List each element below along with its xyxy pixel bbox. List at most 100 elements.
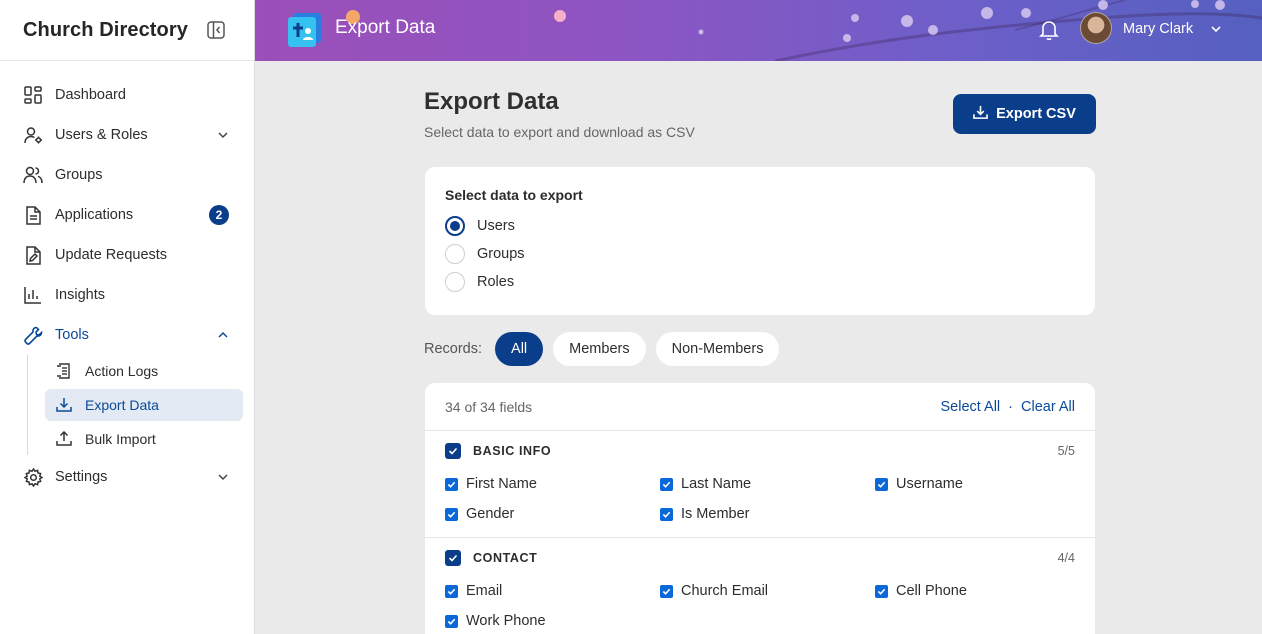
app-logo-icon xyxy=(286,11,323,48)
field-checkbox[interactable] xyxy=(445,584,458,598)
field-grid: First Name Last Name Username Gender Is … xyxy=(445,469,1075,529)
radio-users[interactable]: Users xyxy=(445,212,1075,240)
radio-button[interactable] xyxy=(445,272,465,292)
bell-icon[interactable] xyxy=(1039,19,1059,41)
user-settings-icon xyxy=(23,125,43,145)
field-gender[interactable]: Gender xyxy=(445,499,660,529)
radio-button[interactable] xyxy=(445,216,465,236)
sidebar-subitem-label: Bulk Import xyxy=(85,431,156,447)
sidebar-item-insights[interactable]: Insights xyxy=(0,275,254,315)
section-checkbox[interactable] xyxy=(445,550,461,566)
field-church-email[interactable]: Church Email xyxy=(660,576,875,606)
filter-members-pill[interactable]: Members xyxy=(553,332,646,366)
select-data-heading: Select data to export xyxy=(445,187,583,203)
records-filter: Records: All Members Non-Members xyxy=(424,332,789,366)
user-name[interactable]: Mary Clark xyxy=(1123,21,1193,37)
collapse-sidebar-icon[interactable] xyxy=(206,20,226,40)
field-is-member[interactable]: Is Member xyxy=(660,499,875,529)
field-checkbox[interactable] xyxy=(875,584,888,598)
sidebar-item-applications[interactable]: Applications 2 xyxy=(0,195,254,235)
sidebar-item-bulk-import[interactable]: Bulk Import xyxy=(45,423,243,455)
select-all-link[interactable]: Select All xyxy=(941,399,1001,415)
field-username[interactable]: Username xyxy=(875,469,1075,499)
sidebar-item-label: Dashboard xyxy=(55,87,126,103)
section-header: CONTACT 4/4 xyxy=(445,550,1075,566)
sidebar-item-label: Groups xyxy=(55,167,103,183)
field-last-name[interactable]: Last Name xyxy=(660,469,875,499)
dashboard-icon xyxy=(23,85,43,105)
field-work-phone[interactable]: Work Phone xyxy=(445,606,660,634)
field-email[interactable]: Email xyxy=(445,576,660,606)
sidebar-item-users-roles[interactable]: Users & Roles xyxy=(0,115,254,155)
sidebar-item-action-logs[interactable]: Action Logs xyxy=(45,355,243,387)
sidebar-item-groups[interactable]: Groups xyxy=(0,155,254,195)
field-label: Username xyxy=(896,476,963,492)
sidebar-item-label: Settings xyxy=(55,469,108,485)
field-first-name[interactable]: First Name xyxy=(445,469,660,499)
field-label: Is Member xyxy=(681,506,750,522)
export-csv-button[interactable]: Export CSV xyxy=(953,94,1096,134)
brand-bar: Church Directory xyxy=(0,0,254,61)
field-checkbox[interactable] xyxy=(445,614,458,628)
field-checkbox[interactable] xyxy=(445,507,458,521)
field-checkbox[interactable] xyxy=(660,584,673,598)
sidebar-subitem-label: Export Data xyxy=(85,397,159,413)
bar-chart-icon xyxy=(23,285,43,305)
download-icon xyxy=(973,105,988,124)
field-checkbox[interactable] xyxy=(875,477,888,491)
section-basic-info: BASIC INFO 5/5 First Name Last Name User… xyxy=(425,431,1095,538)
radio-label: Roles xyxy=(477,274,515,290)
filter-all-pill[interactable]: All xyxy=(495,332,544,366)
wrench-icon xyxy=(23,325,43,345)
field-checkbox[interactable] xyxy=(660,477,673,491)
download-icon xyxy=(55,396,73,414)
sidebar-nav: Dashboard Users & Roles Groups Applicati… xyxy=(0,61,254,497)
clear-all-link[interactable]: Clear All xyxy=(1021,399,1075,415)
sidebar-item-label: Tools xyxy=(55,327,89,343)
section-contact: CONTACT 4/4 Email Church Email Cell Phon… xyxy=(425,538,1095,634)
sidebar-subitem-label: Action Logs xyxy=(85,363,159,379)
radio-roles[interactable]: Roles xyxy=(445,268,1075,296)
applications-count-badge: 2 xyxy=(209,205,229,225)
section-title: BASIC INFO xyxy=(473,444,552,458)
app-title: Church Directory xyxy=(23,18,188,41)
sidebar-item-update-requests[interactable]: Update Requests xyxy=(0,235,254,275)
sidebar-item-export-data[interactable]: Export Data xyxy=(45,389,243,421)
sidebar-item-settings[interactable]: Settings xyxy=(0,457,254,497)
section-header: BASIC INFO 5/5 xyxy=(445,443,1075,459)
chevron-down-icon xyxy=(216,470,230,484)
top-header: Export Data Mary Clark xyxy=(255,0,1262,61)
tools-subnav: Action Logs Export Data Bulk Import xyxy=(27,355,243,455)
fields-actions: Select All · Clear All xyxy=(941,399,1076,415)
avatar[interactable] xyxy=(1080,12,1112,44)
field-checkbox[interactable] xyxy=(445,477,458,491)
radio-button[interactable] xyxy=(445,244,465,264)
field-label: Last Name xyxy=(681,476,752,492)
fields-card: 34 of 34 fields Select All · Clear All B… xyxy=(425,383,1095,634)
sidebar-item-tools[interactable]: Tools xyxy=(0,315,254,355)
sidebar-item-label: Insights xyxy=(55,287,105,303)
sidebar-item-dashboard[interactable]: Dashboard xyxy=(0,75,254,115)
export-csv-label: Export CSV xyxy=(996,106,1076,122)
field-label: Gender xyxy=(466,506,515,522)
section-checkbox[interactable] xyxy=(445,443,461,459)
field-label: Work Phone xyxy=(466,613,546,629)
field-cell-phone[interactable]: Cell Phone xyxy=(875,576,1075,606)
filter-non-members-pill[interactable]: Non-Members xyxy=(655,332,780,366)
chevron-down-icon[interactable] xyxy=(1209,22,1223,36)
sidebar-item-label: Users & Roles xyxy=(55,127,148,143)
document-icon xyxy=(23,205,43,225)
field-checkbox[interactable] xyxy=(660,507,673,521)
sidebar: Church Directory Dashboard Users & Roles xyxy=(0,0,255,634)
records-label: Records: xyxy=(424,341,483,357)
radio-groups[interactable]: Groups xyxy=(445,240,1075,268)
field-label: Church Email xyxy=(681,583,769,599)
field-grid: Email Church Email Cell Phone Work Phone xyxy=(445,576,1075,634)
fields-toolbar: 34 of 34 fields Select All · Clear All xyxy=(425,383,1095,431)
section-count: 4/4 xyxy=(1057,551,1075,565)
page-title: Export Data xyxy=(424,88,559,115)
groups-icon xyxy=(23,165,43,185)
radio-label: Groups xyxy=(477,246,525,262)
field-label: Email xyxy=(466,583,503,599)
chevron-down-icon xyxy=(216,128,230,142)
